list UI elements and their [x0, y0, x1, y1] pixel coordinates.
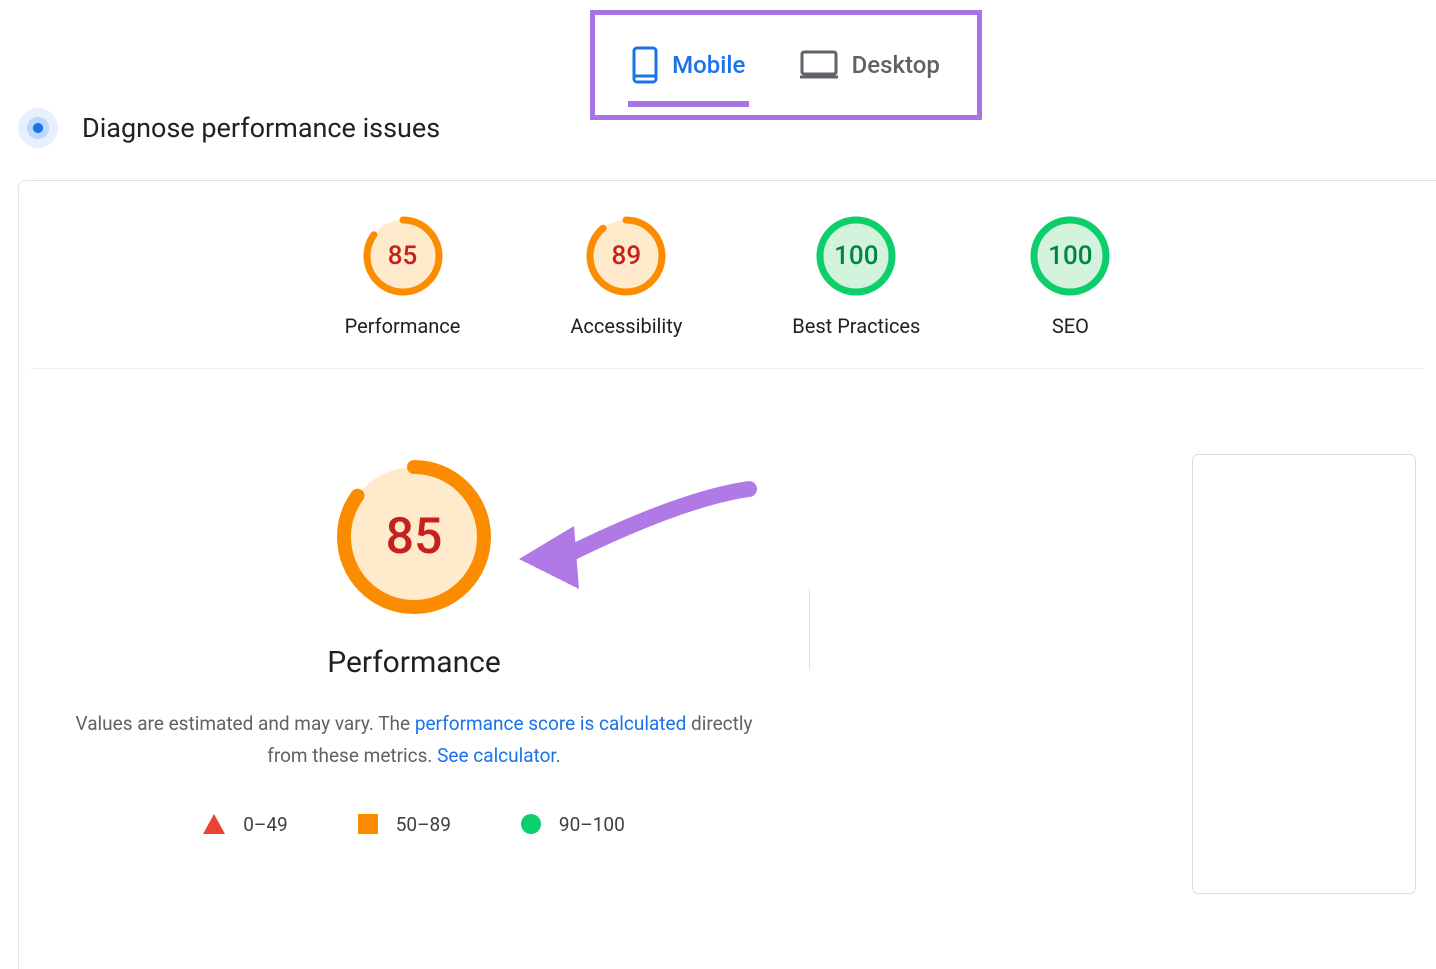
score-bestpractices-value: 100	[816, 216, 896, 296]
square-icon	[358, 814, 378, 834]
vertical-divider	[809, 589, 810, 669]
desc-text-3: .	[556, 744, 561, 767]
gauge-bestpractices: 100	[816, 216, 896, 296]
score-summary-row: 85 Performance 89 Accessibility 100	[31, 181, 1424, 369]
section-header: Diagnose performance issues	[18, 108, 440, 148]
link-see-calculator[interactable]: See calculator	[437, 744, 556, 767]
tab-desktop-label: Desktop	[852, 51, 940, 79]
section-title: Diagnose performance issues	[82, 112, 440, 144]
score-seo[interactable]: 100 SEO	[1030, 216, 1110, 338]
circle-icon	[521, 814, 541, 834]
tab-mobile[interactable]: Mobile	[628, 36, 749, 94]
score-performance[interactable]: 85 Performance	[345, 216, 461, 338]
gauge-accessibility: 89	[586, 216, 666, 296]
legend-poor: 0–49	[203, 813, 288, 836]
device-tabs-container: Mobile Desktop	[590, 10, 982, 120]
score-bestpractices[interactable]: 100 Best Practices	[792, 216, 920, 338]
score-performance-value: 85	[363, 216, 443, 296]
gauge-performance-large: 85	[336, 459, 492, 615]
score-accessibility-label: Accessibility	[570, 314, 682, 338]
performance-detail: 85 Performance Values are estimated and …	[19, 459, 809, 836]
performance-detail-title: Performance	[19, 645, 809, 680]
desc-text-1: Values are estimated and may vary. The	[76, 712, 415, 735]
gauge-seo: 100	[1030, 216, 1110, 296]
score-performance-label: Performance	[345, 314, 461, 338]
performance-detail-description: Values are estimated and may vary. The p…	[19, 708, 809, 773]
score-accessibility-value: 89	[586, 216, 666, 296]
score-legend: 0–49 50–89 90–100	[19, 813, 809, 836]
legend-good-label: 90–100	[559, 813, 625, 836]
legend-average-label: 50–89	[396, 813, 451, 836]
gauge-performance: 85	[363, 216, 443, 296]
annotation-arrow-icon	[499, 479, 759, 619]
score-seo-label: SEO	[1052, 314, 1089, 338]
score-bestpractices-label: Best Practices	[792, 314, 920, 338]
legend-average: 50–89	[358, 813, 451, 836]
performance-detail-value: 85	[336, 459, 492, 615]
tab-desktop[interactable]: Desktop	[796, 40, 944, 90]
score-accessibility[interactable]: 89 Accessibility	[570, 216, 682, 338]
score-seo-value: 100	[1030, 216, 1110, 296]
preview-placeholder	[1192, 454, 1416, 894]
mobile-icon	[632, 46, 658, 84]
results-panel: 85 Performance 89 Accessibility 100	[18, 180, 1436, 969]
gauge-icon	[18, 108, 58, 148]
desktop-icon	[800, 50, 838, 80]
legend-poor-label: 0–49	[243, 813, 288, 836]
detail-area: 85 Performance Values are estimated and …	[19, 369, 1436, 836]
triangle-icon	[203, 814, 225, 834]
link-score-calculated[interactable]: performance score is calculated	[415, 712, 686, 735]
tab-mobile-label: Mobile	[672, 51, 745, 79]
legend-good: 90–100	[521, 813, 625, 836]
tab-active-underline	[628, 101, 749, 107]
